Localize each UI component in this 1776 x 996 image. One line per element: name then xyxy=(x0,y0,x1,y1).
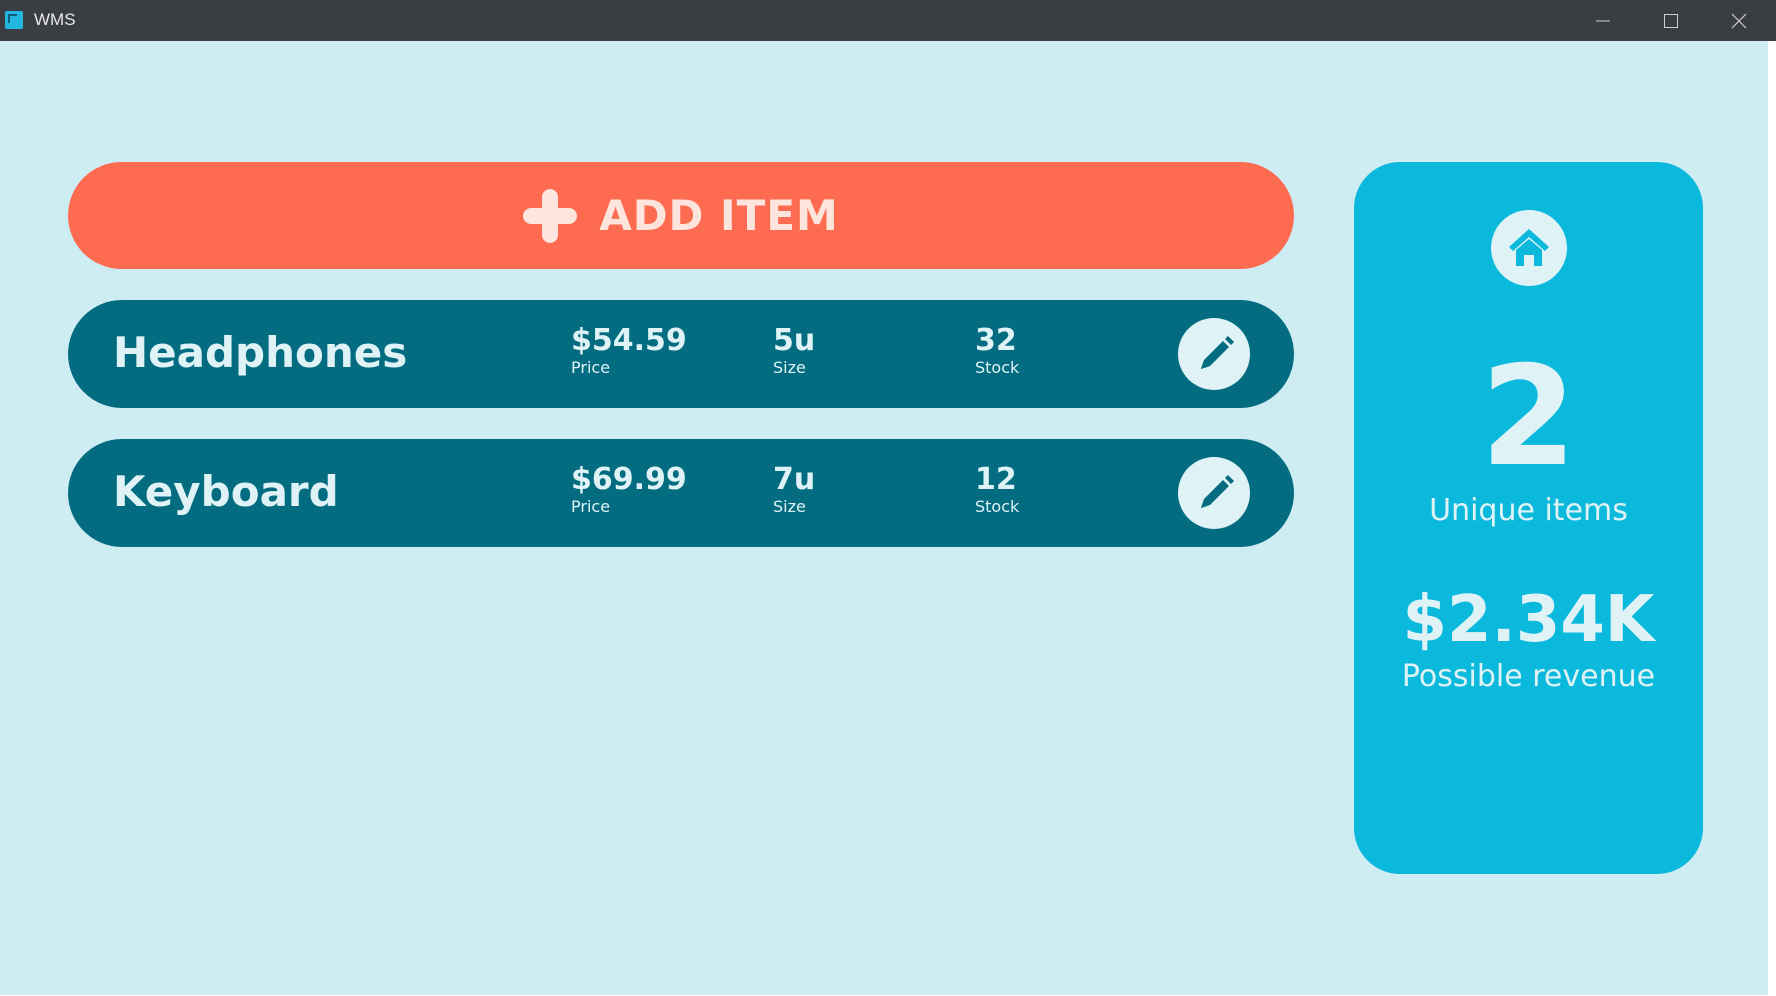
stock-caption: Stock xyxy=(975,358,1020,377)
item-card-keyboard: Keyboard $69.99 Price 7u Size 12 Stock xyxy=(68,439,1294,547)
app-logo-icon xyxy=(5,11,23,29)
unique-items-count: 2 xyxy=(1480,336,1577,497)
app-window: WMS ADD ITEM Headphones $54.59 Price 5u … xyxy=(0,0,1776,996)
maximize-button[interactable] xyxy=(1637,0,1705,41)
maximize-icon xyxy=(1664,14,1678,28)
home-button[interactable] xyxy=(1491,210,1567,286)
possible-revenue-label: Possible revenue xyxy=(1401,659,1656,694)
minimize-button[interactable] xyxy=(1569,0,1637,41)
stock-caption: Stock xyxy=(975,497,1020,516)
size-caption: Size xyxy=(773,358,806,377)
stock-value: 32 xyxy=(975,323,1017,358)
edit-item-button[interactable] xyxy=(1178,318,1250,390)
item-stock: 32 Stock xyxy=(975,324,1019,378)
item-size: 7u Size xyxy=(773,463,815,517)
home-icon xyxy=(1509,229,1549,266)
size-value: 7u xyxy=(773,462,816,497)
add-item-button[interactable]: ADD ITEM xyxy=(68,162,1294,269)
price-value: $54.59 xyxy=(571,323,687,358)
plus-icon xyxy=(523,188,578,243)
price-caption: Price xyxy=(571,358,611,377)
item-stock: 12 Stock xyxy=(975,463,1019,517)
window-right-edge xyxy=(1768,41,1776,996)
close-button[interactable] xyxy=(1705,0,1773,41)
pencil-icon xyxy=(1201,475,1234,508)
title-bar[interactable]: WMS xyxy=(0,0,1776,41)
unique-items-label: Unique items xyxy=(1429,493,1628,528)
item-name: Headphones xyxy=(113,328,408,377)
close-icon xyxy=(1731,13,1747,29)
price-caption: Price xyxy=(571,497,611,516)
item-name: Keyboard xyxy=(113,467,339,516)
item-price: $54.59 Price xyxy=(571,324,687,378)
possible-revenue-value: $2.34K xyxy=(1402,583,1655,657)
edit-item-button[interactable] xyxy=(1178,457,1250,529)
stock-value: 12 xyxy=(975,462,1017,497)
item-size: 5u Size xyxy=(773,324,815,378)
price-value: $69.99 xyxy=(571,462,687,497)
minimize-icon xyxy=(1596,20,1610,22)
pencil-icon xyxy=(1201,336,1234,369)
summary-panel: 2 Unique items $2.34K Possible revenue xyxy=(1354,162,1703,874)
window-title: WMS xyxy=(34,10,76,29)
size-value: 5u xyxy=(773,323,816,358)
size-caption: Size xyxy=(773,497,806,516)
item-card-headphones: Headphones $54.59 Price 5u Size 32 Stock xyxy=(68,300,1294,408)
add-item-label: ADD ITEM xyxy=(599,191,839,240)
item-price: $69.99 Price xyxy=(571,463,687,517)
